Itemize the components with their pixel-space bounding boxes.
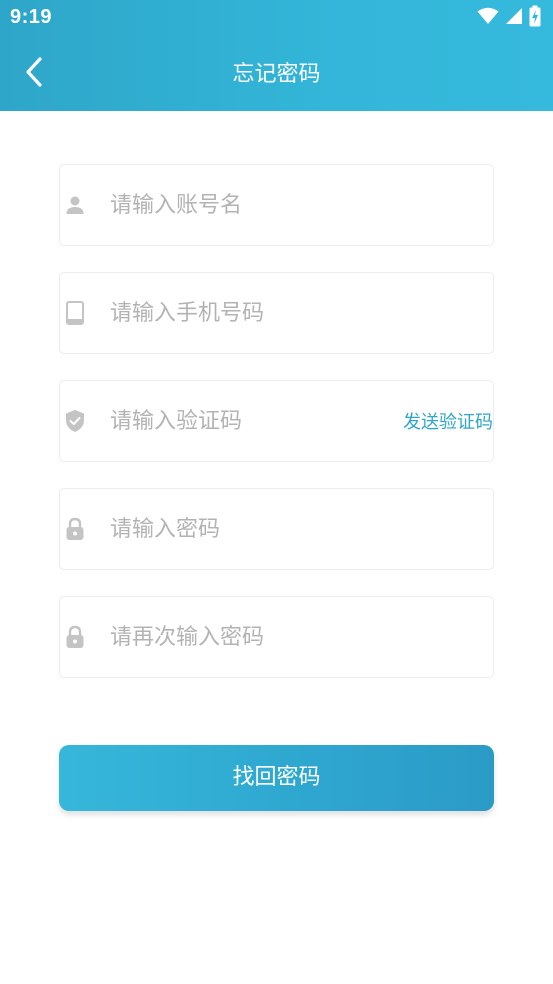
wifi-icon <box>477 7 499 29</box>
signal-icon <box>505 7 523 29</box>
phone-icon <box>64 301 86 325</box>
status-icons <box>477 5 541 31</box>
header: 9:19 忘记密码 <box>0 0 553 111</box>
code-input[interactable] <box>110 401 440 441</box>
nav-bar: 忘记密码 <box>0 38 553 111</box>
forgot-password-screen: 9:19 忘记密码 请输入账号名 请输入手机号码 请输入验证码 发送验证码 找回… <box>0 0 553 984</box>
account-input[interactable] <box>110 185 440 225</box>
back-button[interactable] <box>14 54 54 94</box>
code-field: 发送验证码 <box>59 380 494 462</box>
password-field <box>59 488 494 570</box>
battery-charging-icon <box>529 5 541 31</box>
lock-icon <box>64 517 86 540</box>
page-title: 忘记密码 <box>232 62 321 87</box>
status-bar: 9:19 <box>0 0 553 38</box>
person-icon <box>64 194 86 216</box>
password-input[interactable] <box>110 509 440 549</box>
recover-password-button[interactable]: 找回密码 <box>59 745 494 811</box>
phone-field <box>59 272 494 354</box>
lock-icon <box>64 625 86 648</box>
send-code-button[interactable]: 发送验证码 <box>403 408 493 434</box>
shield-check-icon <box>64 410 86 432</box>
confirm-password-input[interactable] <box>110 617 440 657</box>
status-time: 9:19 <box>10 6 53 28</box>
account-field <box>59 164 494 246</box>
forgot-password-form: 发送验证码 <box>59 164 494 704</box>
phone-input[interactable] <box>110 293 440 333</box>
confirm-password-field <box>59 596 494 678</box>
chevron-left-icon <box>25 57 43 91</box>
